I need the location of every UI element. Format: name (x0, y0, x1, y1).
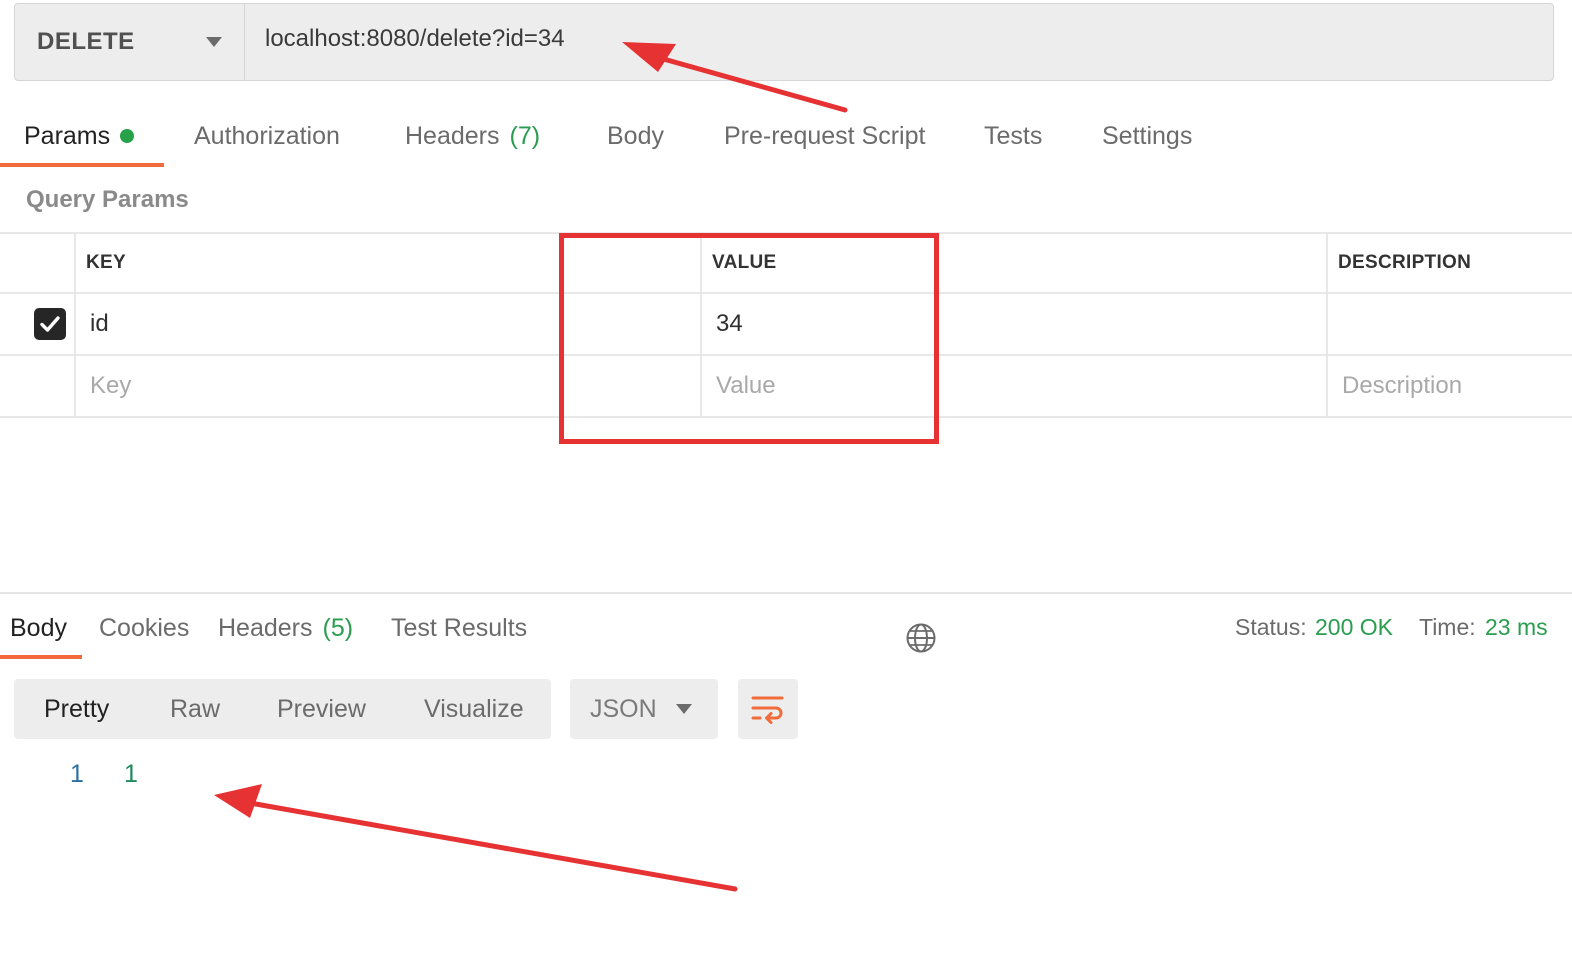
column-header-description: DESCRIPTION (1338, 252, 1472, 273)
column-divider (1326, 234, 1328, 292)
new-key-input[interactable]: Key (90, 356, 131, 416)
tab-pre-request-label: Pre-request Script (724, 121, 926, 150)
response-tab-test-results[interactable]: Test Results (391, 600, 527, 656)
param-enabled-checkbox[interactable] (34, 308, 66, 340)
view-mode-visualize[interactable]: Visualize (424, 679, 524, 739)
tab-settings-label: Settings (1102, 121, 1193, 150)
format-dropdown[interactable]: JSON (570, 679, 718, 739)
new-description-input[interactable]: Description (1342, 356, 1462, 416)
code-line-number: 1 (70, 760, 84, 788)
query-params-title: Query Params (26, 186, 189, 213)
response-tab-headers[interactable]: Headers (5) (218, 600, 353, 656)
postman-window: DELETE Params Authorization Headers (7) … (0, 0, 1572, 974)
time-value: 23 ms (1485, 614, 1548, 640)
response-tab-cookies-label: Cookies (99, 613, 190, 642)
column-divider (700, 356, 702, 416)
tab-authorization-label: Authorization (194, 121, 340, 150)
tab-headers-count: (7) (509, 121, 541, 150)
status-label: Status: (1235, 614, 1307, 640)
chevron-down-icon (676, 704, 692, 714)
param-description-cell[interactable] (1340, 294, 1572, 354)
status-value: 200 OK (1315, 614, 1393, 640)
column-header-value: VALUE (712, 252, 777, 273)
response-tab-body-label: Body (10, 613, 67, 642)
tab-tests-label: Tests (984, 121, 1043, 150)
view-mode-preview[interactable]: Preview (277, 679, 366, 739)
request-bar: DELETE (14, 3, 1554, 81)
table-header-row: KEY VALUE DESCRIPTION (0, 232, 1572, 294)
response-tab-headers-count: (5) (322, 613, 354, 642)
response-tab-cookies[interactable]: Cookies (99, 600, 189, 656)
query-params-table: KEY VALUE DESCRIPTION id 34 Key Value De… (0, 232, 1572, 418)
response-tab-body[interactable]: Body (10, 600, 67, 656)
active-tab-indicator (0, 163, 164, 167)
params-active-dot-icon (120, 129, 135, 143)
format-label: JSON (590, 694, 657, 723)
column-divider (74, 294, 76, 354)
table-row-empty: Key Value Description (0, 356, 1572, 418)
param-key-cell[interactable]: id (90, 294, 109, 354)
response-active-tab-indicator (0, 655, 82, 659)
response-tab-test-results-label: Test Results (391, 613, 528, 642)
column-divider (700, 234, 702, 292)
param-value-cell[interactable]: 34 (716, 294, 743, 354)
wrap-lines-icon (751, 696, 784, 724)
tab-params[interactable]: Params (24, 108, 135, 164)
column-divider (1326, 356, 1328, 416)
tab-headers-label: Headers (405, 121, 500, 150)
view-mode-pretty[interactable]: Pretty (44, 679, 109, 739)
tab-authorization[interactable]: Authorization (194, 108, 340, 164)
method-dropdown[interactable]: DELETE (15, 4, 245, 80)
column-divider (74, 356, 76, 416)
tab-tests[interactable]: Tests (984, 108, 1042, 164)
chevron-down-icon (206, 37, 222, 47)
table-row: id 34 (0, 294, 1572, 356)
tab-pre-request-script[interactable]: Pre-request Script (724, 108, 925, 164)
tab-body-label: Body (607, 121, 664, 150)
tab-body[interactable]: Body (607, 108, 664, 164)
response-view-modes: Pretty Raw Preview Visualize (14, 679, 551, 739)
column-divider (74, 234, 76, 292)
column-header-key: KEY (86, 252, 126, 273)
url-input[interactable] (245, 4, 1553, 80)
view-mode-raw[interactable]: Raw (170, 679, 220, 739)
column-divider (700, 294, 702, 354)
tab-params-label: Params (24, 121, 111, 150)
response-body-value: 1 (124, 760, 138, 788)
tab-settings[interactable]: Settings (1102, 108, 1192, 164)
response-divider (0, 592, 1572, 594)
wrap-lines-button[interactable] (738, 679, 798, 739)
response-tab-headers-label: Headers (218, 613, 313, 642)
checkmark-icon (40, 316, 60, 332)
request-tabs: Params Authorization Headers (7) Body Pr… (0, 108, 1572, 168)
method-label: DELETE (37, 28, 135, 55)
annotation-arrow-response (214, 784, 738, 892)
column-divider (1326, 294, 1328, 354)
time-label: Time: (1419, 614, 1476, 640)
tab-headers[interactable]: Headers (7) (405, 108, 540, 164)
new-value-input[interactable]: Value (716, 356, 776, 416)
globe-icon[interactable] (904, 621, 938, 655)
